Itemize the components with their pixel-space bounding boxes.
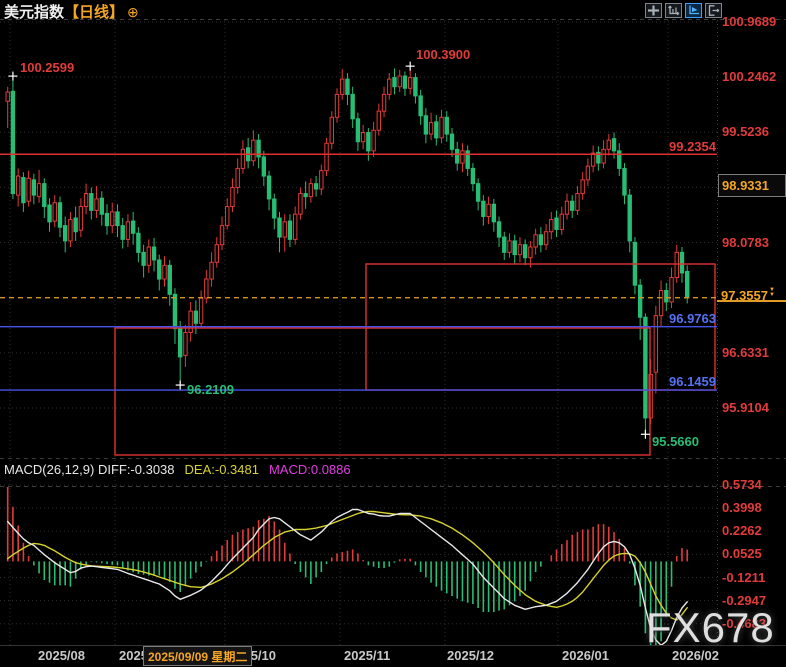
add-indicator-icon[interactable]: ⊕ (127, 4, 139, 21)
axis-scale-tool-button[interactable] (665, 3, 682, 18)
macd-axis-tick: 0.5734 (722, 478, 762, 492)
high-label-1: 100.2599 (20, 61, 74, 75)
price-axis-tick: 99.5236 (722, 125, 769, 139)
macd-dea-value: DEA:-0.3481 (185, 462, 259, 477)
watermark: FX678 (646, 604, 775, 652)
crosshair-price-box: 98.9331 (718, 174, 786, 197)
last-price-value: 97.3557 (721, 288, 768, 303)
chart-canvas[interactable] (0, 0, 786, 667)
macd-layer (8, 487, 688, 649)
macd-macd-value: MACD:0.0886 (269, 462, 351, 477)
crosshair-date-box: 2025/09/09 星期二 (143, 646, 252, 666)
low-label-1: 96.2109 (187, 383, 234, 397)
macd-axis-tick: 0.2262 (722, 524, 762, 538)
support-line-2-label[interactable]: 96.1459 (669, 375, 716, 389)
double-down-arrow-icon: ▼▼ (769, 288, 775, 298)
time-axis-month-label: 2026/01 (562, 649, 609, 663)
macd-axis-tick: 0.0525 (722, 547, 762, 561)
time-axis-month-label: 2025/08 (38, 649, 85, 663)
axis-scale-icon (667, 5, 680, 16)
macd-axis-tick: -0.1211 (722, 571, 765, 585)
last-price-label: 97.3557 (717, 287, 786, 302)
crosshair-date-value: 2025/09/09 星期二 (144, 648, 251, 665)
macd-diff-value: DIFF:-0.3038 (98, 462, 175, 477)
exit-icon (707, 5, 720, 16)
chart-toolbar (645, 3, 722, 18)
chart-title: 美元指数 【日线】 ⊕ (4, 1, 139, 22)
resistance-line-label[interactable]: 99.2354 (669, 140, 716, 154)
crosshair-price-value: 98.9331 (719, 178, 769, 193)
low-label-2: 95.5660 (652, 435, 699, 449)
active-chart-tool-button[interactable] (685, 3, 702, 18)
pan-tool-button[interactable] (645, 3, 662, 18)
price-axis-tick: 96.6331 (722, 346, 769, 360)
active-chart-icon (687, 5, 700, 16)
drawn-annotations[interactable] (0, 154, 717, 455)
exit-tool-button[interactable] (705, 3, 722, 18)
period-tag: 【日线】 (64, 1, 124, 22)
high-label-2: 100.3900 (416, 48, 470, 62)
price-axis-tick: 100.2462 (722, 70, 776, 84)
time-axis-month-label: 2025/11 (344, 649, 390, 663)
price-axis-tick: 98.0783 (722, 236, 769, 250)
price-axis-tick: 95.9104 (722, 401, 769, 415)
symbol-name: 美元指数 (4, 1, 64, 22)
support-line-1-label[interactable]: 96.9763 (669, 312, 716, 326)
macd-axis-tick: 0.3998 (722, 501, 762, 515)
trading-chart-window: 美元指数 【日线】 ⊕ (0, 0, 786, 667)
pan-icon (647, 5, 660, 16)
macd-indicator-title: MACD(26,12,9) (4, 462, 94, 477)
candles-layer (6, 66, 689, 434)
extreme-markers (8, 62, 649, 439)
time-axis-month-label: 2025/12 (447, 649, 494, 663)
macd-header: MACD(26,12,9) DIFF:-0.3038 DEA:-0.3481 M… (4, 462, 351, 477)
price-axis-tick: 100.9689 (722, 15, 776, 29)
